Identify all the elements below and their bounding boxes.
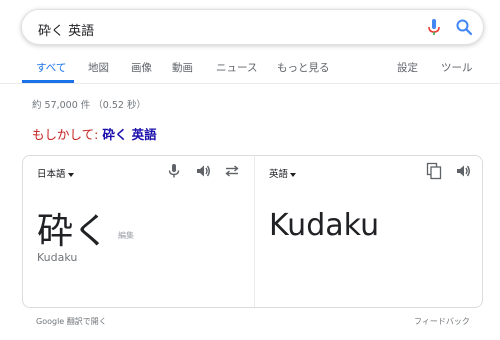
copy-icon	[426, 162, 442, 180]
source-text[interactable]: 砕く	[37, 202, 109, 254]
chevron-down-icon	[290, 172, 297, 177]
target-language-select[interactable]: 英語	[269, 166, 297, 180]
did-you-mean: もしかして: 砕く 英語	[32, 124, 157, 143]
edit-link[interactable]: 編集	[118, 230, 134, 241]
search-icon	[456, 19, 473, 36]
swap-languages-button[interactable]	[224, 163, 240, 183]
tabs-divider	[0, 83, 500, 84]
target-listen-button[interactable]	[455, 163, 471, 183]
transliteration: Kudaku	[37, 251, 78, 264]
source-listen-button[interactable]	[195, 163, 211, 183]
microphone-icon	[428, 19, 440, 35]
source-language-label: 日本語	[37, 169, 66, 180]
translated-text: Kudaku	[269, 208, 380, 243]
copy-button[interactable]	[426, 162, 442, 184]
speaker-icon	[457, 165, 470, 177]
target-language-label: 英語	[269, 169, 289, 180]
microphone-icon	[168, 164, 180, 178]
search-tabs: すべて 地図 画像 動画 ニュース もっと見る 設定 ツール	[0, 60, 500, 83]
search-input[interactable]: 砕く 英語	[38, 20, 94, 39]
tab-more[interactable]: もっと見る	[277, 60, 330, 75]
tab-tools[interactable]: ツール	[441, 60, 473, 75]
tab-images[interactable]: 画像	[131, 60, 152, 75]
search-button[interactable]	[455, 18, 473, 36]
voice-search-button[interactable]	[424, 17, 444, 37]
search-box[interactable]: 砕く 英語	[21, 9, 484, 45]
speaker-icon	[197, 165, 210, 177]
tab-settings[interactable]: 設定	[397, 60, 418, 75]
tab-videos[interactable]: 動画	[172, 60, 193, 75]
result-stats: 約 57,000 件 （0.52 秒）	[32, 100, 146, 111]
did-you-mean-link[interactable]: 砕く 英語	[102, 127, 156, 142]
feedback-link[interactable]: フィードバック	[414, 316, 470, 327]
translate-card: 日本語 砕く 編集 Kudaku 英語 Kudaku	[22, 155, 483, 308]
open-in-translate-link[interactable]: Google 翻訳で開く	[36, 316, 107, 327]
swap-icon	[225, 165, 239, 177]
source-mic-button[interactable]	[167, 163, 181, 183]
tab-maps[interactable]: 地図	[88, 60, 109, 75]
did-you-mean-label: もしかして:	[32, 127, 99, 142]
source-language-select[interactable]: 日本語	[37, 166, 74, 180]
tab-news[interactable]: ニュース	[216, 60, 257, 75]
chevron-down-icon	[67, 172, 74, 177]
tab-all[interactable]: すべて	[36, 60, 66, 75]
panel-divider	[254, 156, 255, 307]
